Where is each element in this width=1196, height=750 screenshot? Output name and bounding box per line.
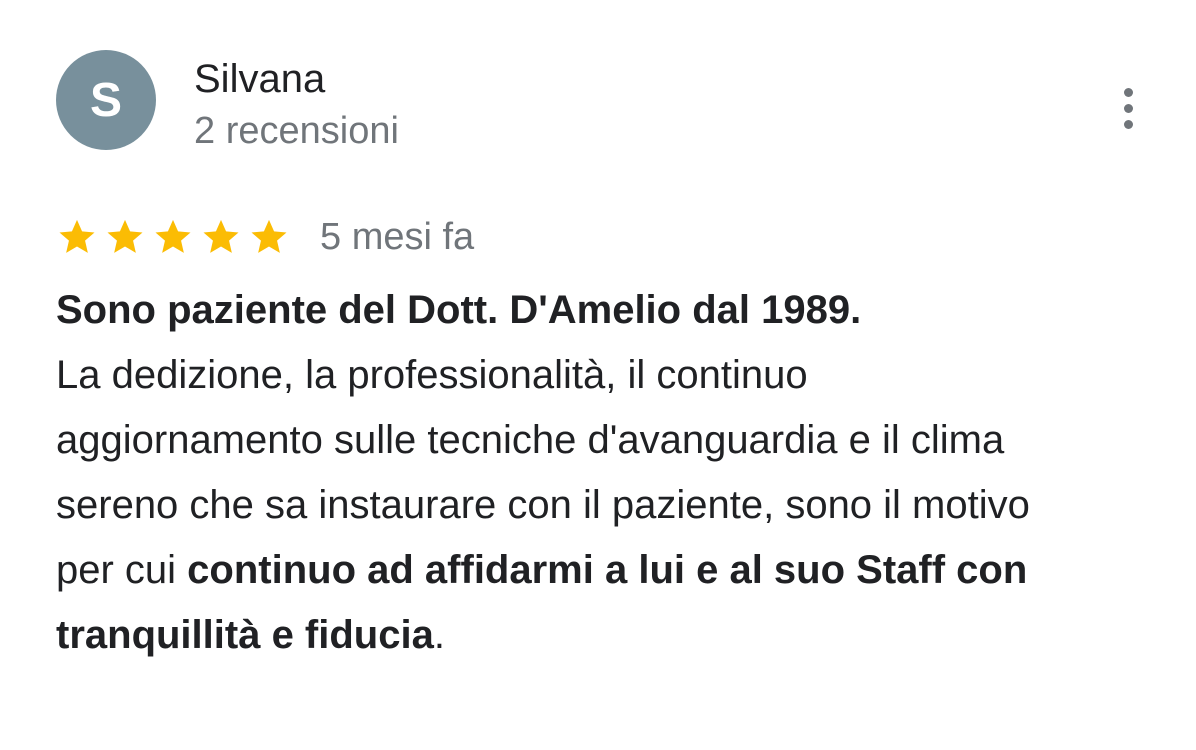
author-review-count[interactable]: 2 recensioni [194, 108, 399, 154]
more-vert-icon [1123, 87, 1133, 129]
author-initial: S [89, 73, 122, 127]
review-line-bold: tranquillità e fiducia [56, 613, 434, 657]
review-line-plain: per cui [56, 548, 188, 592]
review-text: Sono paziente del Dott. D'Amelio dal 198… [56, 278, 1146, 668]
author-avatar[interactable]: S [56, 50, 156, 150]
review-line-bold: continuo ad affidarmi a lui e al suo Sta… [187, 548, 1028, 592]
star-icon [107, 219, 143, 253]
rating-row: 5 mesi fa [56, 212, 474, 262]
review-date: 5 mesi fa [320, 216, 475, 258]
review-line: aggiornamento sulle tecniche d'avanguard… [56, 418, 1005, 462]
review-headline: Sono paziente del Dott. D'Amelio dal 198… [56, 288, 862, 332]
author-name[interactable]: Silvana [194, 55, 325, 103]
star-icon [203, 219, 239, 253]
more-options-button[interactable] [1108, 84, 1148, 132]
star-rating [56, 216, 290, 258]
review-line-plain: . [433, 613, 445, 657]
star-icon [59, 219, 95, 253]
star-icon [251, 219, 287, 253]
star-icon [155, 219, 191, 253]
review-line: sereno che sa instaurare con il paziente… [56, 483, 1030, 527]
review-card: S Silvana 2 recensioni 5 mesi fa Sono pa… [0, 0, 1196, 750]
review-line: La dedizione, la professionalità, il con… [56, 353, 808, 397]
